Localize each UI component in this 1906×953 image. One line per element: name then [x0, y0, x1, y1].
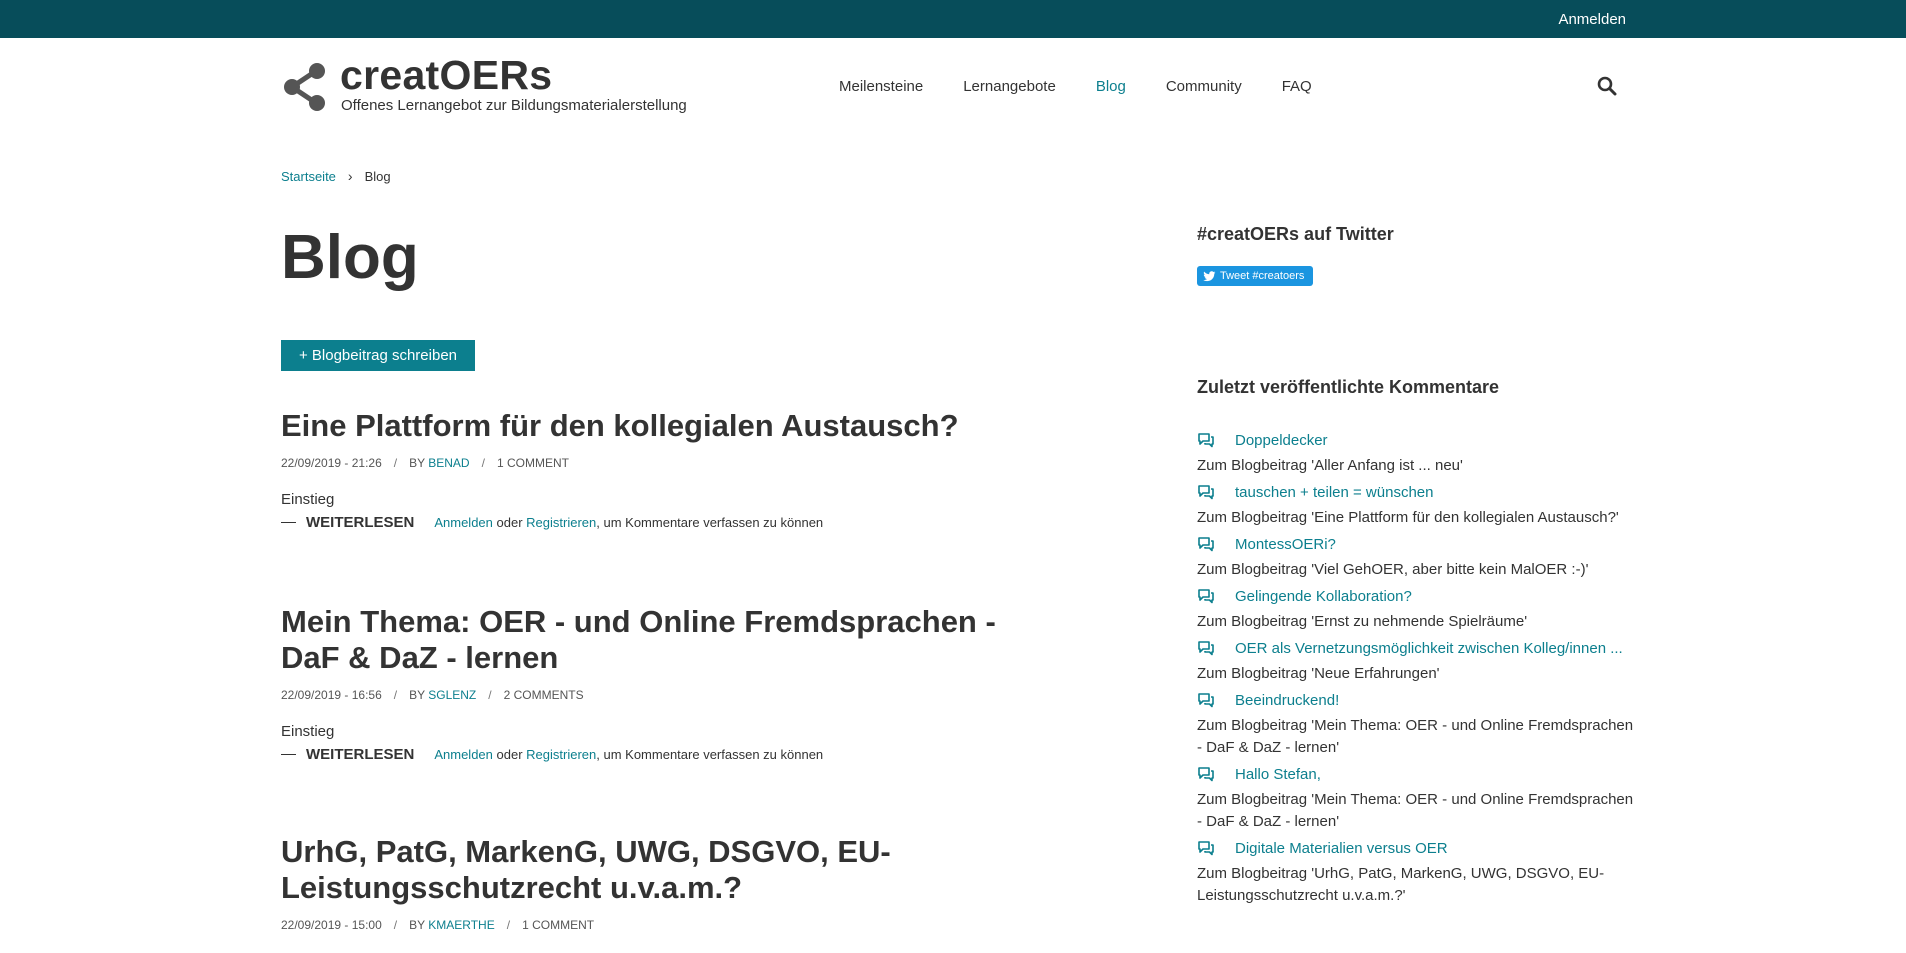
readmore-link[interactable]: WEITERLESEN [281, 514, 414, 531]
page-title: Blog [281, 223, 419, 292]
comment-link[interactable]: MontessOERi? [1197, 533, 1637, 555]
post-meta: 22/09/2019 - 15:00/BY KMAERTHE/1 COMMENT [281, 918, 595, 932]
comment-link[interactable]: Gelingende Kollaboration? [1197, 585, 1637, 607]
breadcrumb: Startseite › Blog [281, 168, 391, 184]
comment-icon [1198, 841, 1214, 856]
search-icon[interactable] [1597, 76, 1617, 96]
blog-post: UrhG, PatG, MarkenG, UWG, DSGVO, EU-Leis… [281, 834, 1061, 932]
post-by: BY [409, 918, 425, 932]
post-meta: 22/09/2019 - 16:56/BY SGLENZ/2 COMMENTS [281, 688, 584, 702]
add-blogpost-button[interactable]: + Blogbeitrag schreiben [281, 340, 475, 371]
post-body: Einstieg [281, 491, 335, 508]
post-author[interactable]: BENAD [428, 456, 469, 470]
comment-reference: Zum Blogbeitrag 'Ernst zu nehmende Spiel… [1197, 613, 1528, 630]
recent-comments-heading: Zuletzt veröffentlichte Kommentare [1197, 377, 1500, 397]
post-date: 22/09/2019 - 16:56 [281, 688, 382, 702]
comment-reference: Zum Blogbeitrag 'Mein Thema: OER - und O… [1197, 791, 1634, 830]
twitter-block: #creatOERs auf Twitter [1197, 224, 1627, 245]
blog-post: Eine Plattform für den kollegialen Austa… [281, 408, 1061, 531]
login-to-comment-link[interactable]: Anmelden [434, 747, 493, 762]
top-bar: Anmelden [0, 0, 1906, 38]
post-by: BY [409, 688, 425, 702]
comment-link[interactable]: Beeindruckend! [1197, 689, 1637, 711]
comment-icon [1198, 537, 1214, 552]
comment-reference: Zum Blogbeitrag 'Neue Erfahrungen' [1197, 665, 1440, 682]
comment-icon [1198, 641, 1214, 656]
comment-reference: Zum Blogbeitrag 'Mein Thema: OER - und O… [1197, 717, 1634, 756]
comment-reference: Zum Blogbeitrag 'Aller Anfang ist ... ne… [1197, 457, 1463, 474]
post-comment-count[interactable]: 2 COMMENTS [504, 688, 584, 702]
twitter-heading: #creatOERs auf Twitter [1197, 224, 1394, 244]
comment-icon [1198, 485, 1214, 500]
share-logo-icon[interactable] [282, 62, 328, 112]
post-body: Einstieg [281, 723, 335, 740]
site-header: creatOERs Offenes Lernangebot zur Bildun… [0, 38, 1906, 134]
comment-link[interactable]: Hallo Stefan, [1197, 763, 1637, 785]
breadcrumb-separator: › [347, 168, 353, 184]
recent-comments-block: Zuletzt veröffentlichte Kommentare [1197, 377, 1627, 398]
main-nav: Meilensteine Lernangebote Blog Community… [839, 78, 1352, 95]
post-links: WEITERLESEN Anmelden oder Registrieren, … [281, 746, 1061, 763]
post-title[interactable]: Mein Thema: OER - und Online Fremdsprach… [281, 604, 1061, 676]
comment-link[interactable]: Digitale Materialien versus OER [1197, 837, 1637, 859]
tweet-button[interactable]: Tweet #creatoers [1197, 266, 1313, 286]
nav-meilensteine[interactable]: Meilensteine [839, 78, 923, 95]
breadcrumb-current: Blog [364, 168, 391, 184]
post-links: WEITERLESEN Anmelden oder Registrieren, … [281, 514, 1061, 531]
twitter-bird-icon [1203, 270, 1216, 281]
login-link[interactable]: Anmelden [1558, 11, 1626, 28]
blog-post: Mein Thema: OER - und Online Fremdsprach… [281, 604, 1061, 763]
recent-comments-list: Doppeldecker Zum Blogbeitrag 'Aller Anfa… [1197, 425, 1637, 907]
post-date: 22/09/2019 - 21:26 [281, 456, 382, 470]
readmore-link[interactable]: WEITERLESEN [281, 746, 414, 763]
post-title[interactable]: Eine Plattform für den kollegialen Austa… [281, 408, 1061, 444]
post-author[interactable]: SGLENZ [428, 688, 476, 702]
login-to-comment-link[interactable]: Anmelden [434, 515, 493, 530]
comment-icon [1198, 589, 1214, 604]
register-link[interactable]: Registrieren [526, 747, 596, 762]
register-link[interactable]: Registrieren [526, 515, 596, 530]
comment-reference: Zum Blogbeitrag 'Viel GehOER, aber bitte… [1197, 561, 1589, 578]
post-meta: 22/09/2019 - 21:26/BY BENAD/1 COMMENT [281, 456, 569, 470]
comment-icon [1198, 433, 1214, 448]
nav-faq[interactable]: FAQ [1282, 78, 1312, 95]
site-slogan: Offenes Lernangebot zur Bildungsmaterial… [341, 97, 687, 114]
comment-icon [1198, 693, 1214, 708]
nav-lernangebote[interactable]: Lernangebote [963, 78, 1056, 95]
nav-blog[interactable]: Blog [1096, 78, 1126, 95]
post-by: BY [409, 456, 425, 470]
comment-link[interactable]: OER als Vernetzungsmöglichkeit zwischen … [1197, 637, 1637, 659]
comment-reference: Zum Blogbeitrag 'Eine Plattform für den … [1197, 509, 1619, 526]
post-date: 22/09/2019 - 15:00 [281, 918, 382, 932]
post-title[interactable]: UrhG, PatG, MarkenG, UWG, DSGVO, EU-Leis… [281, 834, 1061, 906]
post-comment-count[interactable]: 1 COMMENT [497, 456, 569, 470]
breadcrumb-home[interactable]: Startseite [281, 169, 336, 184]
comment-link[interactable]: Doppeldecker [1197, 429, 1637, 451]
site-name[interactable]: creatOERs [340, 52, 552, 99]
post-author[interactable]: KMAERTHE [428, 918, 494, 932]
comment-reference: Zum Blogbeitrag 'UrhG, PatG, MarkenG, UW… [1197, 865, 1605, 904]
comment-link[interactable]: tauschen + teilen = wünschen [1197, 481, 1637, 503]
comment-icon [1198, 767, 1214, 782]
post-comment-count[interactable]: 1 COMMENT [522, 918, 594, 932]
nav-community[interactable]: Community [1166, 78, 1242, 95]
